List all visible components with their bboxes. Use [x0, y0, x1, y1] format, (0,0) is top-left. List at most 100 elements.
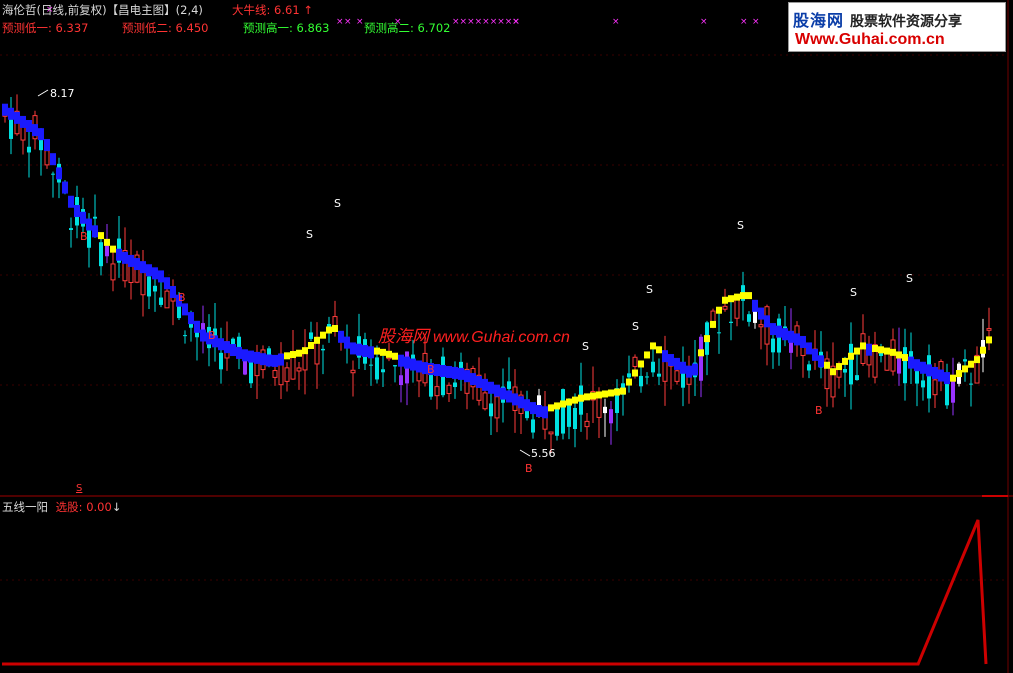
candle-body[interactable]	[927, 355, 931, 399]
candle-body[interactable]	[645, 376, 649, 378]
candle-body[interactable]	[603, 406, 607, 414]
signal-marker: ×	[752, 17, 760, 27]
candle-body[interactable]	[699, 336, 703, 381]
signal-marker: ×	[700, 17, 708, 27]
candle-body[interactable]	[183, 335, 187, 337]
trend-block-blue	[506, 390, 512, 403]
candle-body[interactable]	[350, 369, 356, 374]
candle-body[interactable]	[219, 352, 223, 370]
candle-body[interactable]	[249, 361, 253, 384]
candle-body[interactable]	[729, 321, 733, 323]
candle-body[interactable]	[903, 347, 907, 384]
candle-body[interactable]	[69, 228, 73, 230]
candle-body[interactable]	[807, 364, 811, 371]
candle-body[interactable]	[632, 356, 638, 367]
signal-marker: ×	[740, 17, 748, 27]
candle-body[interactable]	[51, 173, 55, 175]
candle-body[interactable]	[747, 314, 751, 322]
candle-body[interactable]	[573, 407, 577, 429]
candle-body[interactable]	[110, 263, 116, 281]
forecast-high2-label: 预测高二:	[364, 21, 414, 35]
candle-body[interactable]	[446, 384, 452, 395]
candle-body[interactable]	[915, 370, 919, 384]
candle-body[interactable]	[843, 369, 847, 373]
trend-block-yellow	[896, 351, 902, 359]
candle-body[interactable]	[147, 276, 151, 297]
candle-body[interactable]	[489, 403, 493, 417]
candle-body[interactable]	[309, 332, 313, 339]
buy-label: B	[208, 329, 216, 342]
trend-block-blue	[200, 329, 206, 342]
candle-body[interactable]	[44, 150, 50, 166]
candle-body[interactable]	[393, 365, 397, 367]
candle-body[interactable]	[884, 353, 890, 371]
candle-body[interactable]	[494, 396, 500, 419]
candle-body[interactable]	[375, 357, 379, 380]
trend-block-blue	[668, 354, 674, 367]
trend-block-blue	[260, 353, 266, 366]
candle-body[interactable]	[674, 370, 680, 382]
candle-body[interactable]	[284, 367, 290, 382]
trend-block-blue	[8, 107, 14, 120]
trend-block-yellow	[584, 393, 590, 401]
candle-body[interactable]	[771, 338, 775, 353]
candle-body[interactable]	[722, 305, 728, 310]
five-line-one-yang-line[interactable]	[2, 519, 988, 666]
candle-body[interactable]	[627, 373, 631, 378]
candle-body[interactable]	[195, 332, 199, 338]
candle-body[interactable]	[657, 373, 661, 377]
candle-body[interactable]	[651, 361, 655, 373]
candle-body[interactable]	[243, 359, 247, 375]
candle-body[interactable]	[153, 285, 157, 292]
candle-body[interactable]	[710, 310, 716, 324]
trend-block-blue	[68, 195, 74, 208]
candle-body[interactable]	[734, 298, 740, 319]
candle-body[interactable]	[758, 324, 764, 328]
candle-body[interactable]	[321, 348, 325, 351]
trend-block-blue	[122, 251, 128, 264]
candle-body[interactable]	[921, 380, 925, 388]
candle-body[interactable]	[561, 389, 565, 434]
candle-body[interactable]	[849, 343, 853, 385]
candle-body[interactable]	[969, 383, 973, 385]
candle-body[interactable]	[567, 404, 571, 427]
forecast-low1-value: 6.337	[55, 21, 89, 35]
candle-body[interactable]	[609, 409, 613, 424]
candle-body[interactable]	[99, 242, 103, 267]
candle-body[interactable]	[783, 326, 787, 329]
candle-body[interactable]	[369, 364, 373, 366]
candle-body[interactable]	[717, 332, 721, 334]
candle-body[interactable]	[381, 369, 385, 373]
candle-body[interactable]	[164, 290, 170, 309]
candle-body[interactable]	[855, 375, 859, 381]
candle-body[interactable]	[584, 420, 590, 428]
candle-body[interactable]	[453, 382, 457, 388]
candle-body[interactable]	[411, 354, 415, 359]
candle-body[interactable]	[986, 328, 992, 331]
candle-body[interactable]	[9, 119, 13, 139]
candle-body[interactable]	[932, 379, 938, 396]
candle-body[interactable]	[555, 406, 559, 436]
logo-slogan: 股票软件资源分享	[850, 14, 963, 30]
candle-body[interactable]	[507, 381, 511, 389]
trend-block-blue	[170, 285, 176, 298]
trend-block-yellow	[386, 350, 392, 358]
candle-body[interactable]	[482, 392, 488, 410]
candle-body[interactable]	[27, 146, 31, 153]
candle-body[interactable]	[639, 375, 643, 387]
trend-block-blue	[128, 254, 134, 267]
candle-body[interactable]	[434, 386, 440, 397]
candle-body[interactable]	[159, 297, 163, 305]
candle-body[interactable]	[399, 375, 403, 386]
trend-block-blue	[152, 267, 158, 280]
candle-body[interactable]	[140, 270, 146, 296]
candle-body[interactable]	[272, 370, 278, 378]
sell-label: S	[334, 197, 341, 210]
candle-body[interactable]	[302, 351, 308, 371]
candle-body[interactable]	[531, 419, 535, 433]
candle-body[interactable]	[93, 216, 97, 219]
candle-body[interactable]	[963, 359, 967, 362]
candle-body[interactable]	[548, 431, 554, 435]
trend-block-blue	[800, 335, 806, 348]
candle-body[interactable]	[296, 367, 302, 372]
